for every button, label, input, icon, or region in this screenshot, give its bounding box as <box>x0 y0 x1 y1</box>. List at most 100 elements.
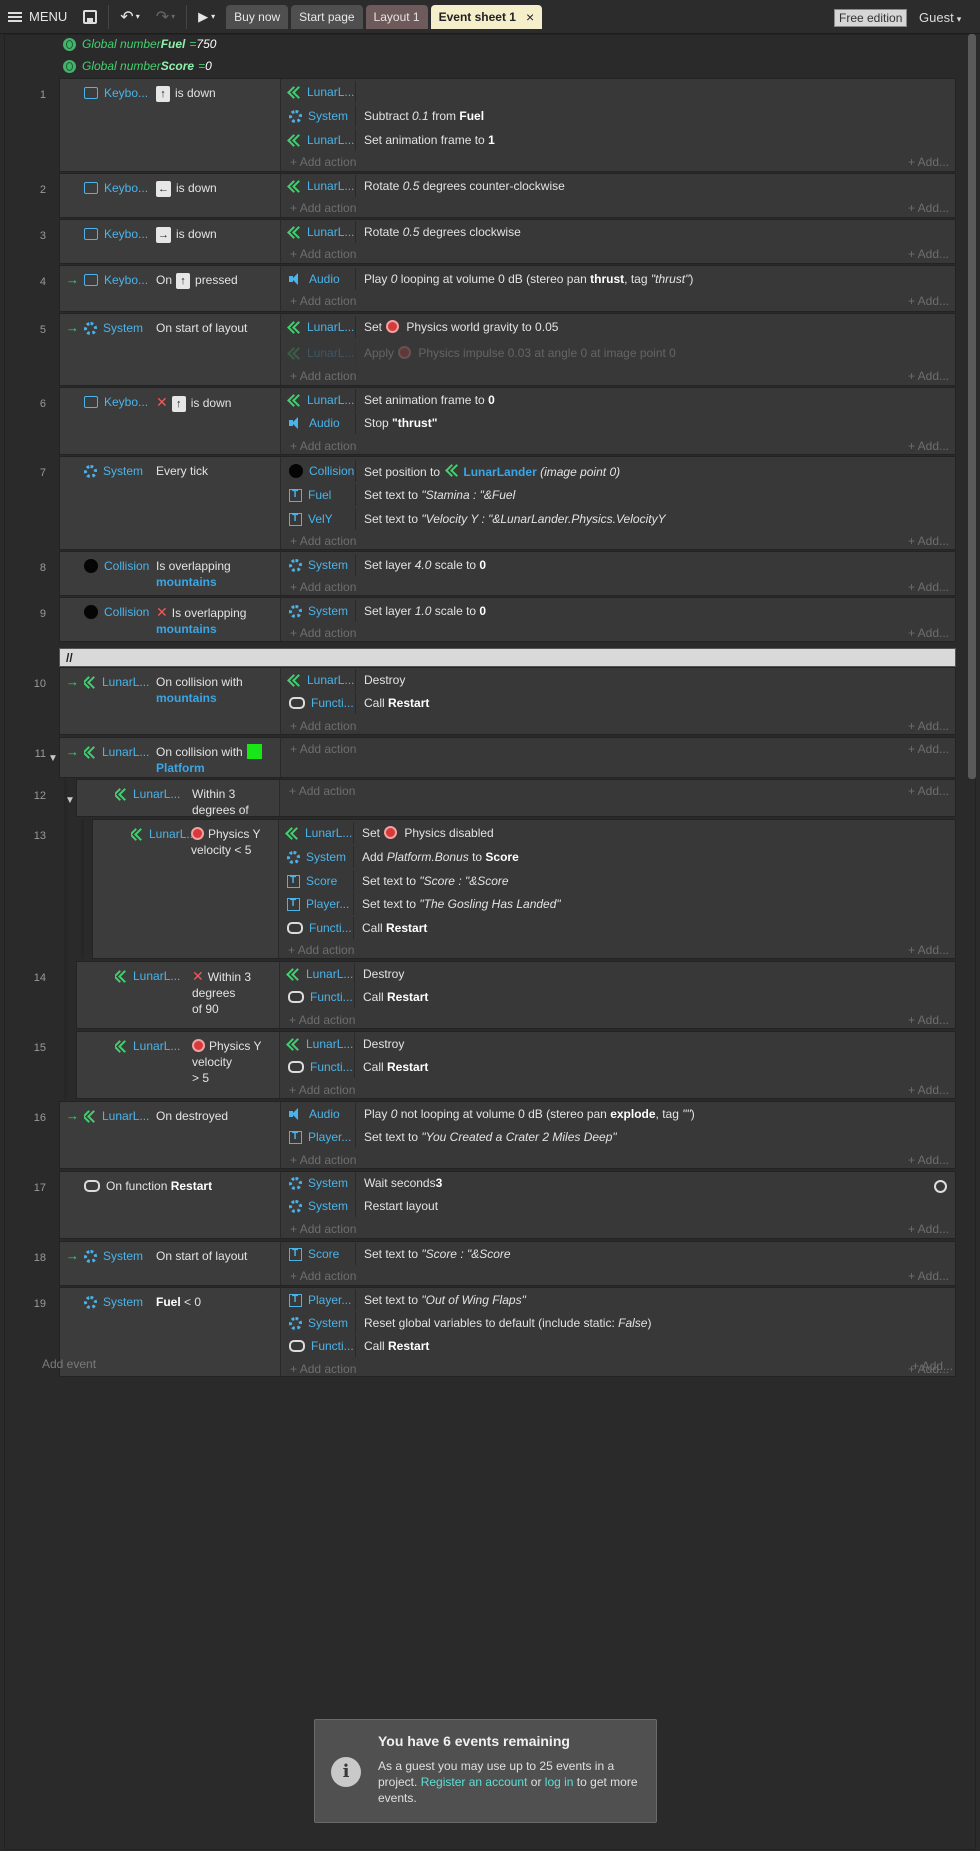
add-action-link[interactable]: + Add action <box>290 1153 356 1167</box>
action-object[interactable]: Audio <box>282 412 356 434</box>
add-button[interactable]: + Add... <box>908 1269 949 1283</box>
condition-object[interactable]: System <box>84 464 154 478</box>
condition-text[interactable]: On ↑ pressed <box>156 272 276 289</box>
action-row[interactable]: System Restart layout <box>282 1195 955 1217</box>
conditions[interactable]: LunarL... Physics Y velocity < 5 <box>93 820 279 958</box>
menu-button[interactable]: MENU <box>0 0 75 34</box>
condition-object[interactable]: Keybo... <box>84 181 154 195</box>
condition-text[interactable]: On collision with Platform <box>156 744 276 776</box>
action-row[interactable]: System Wait seconds3 <box>282 1172 955 1194</box>
event-block[interactable]: 7 System Every tick Collision Set position t… <box>40 456 956 550</box>
add-button[interactable]: + Add... <box>908 247 949 261</box>
action-row[interactable]: LunarL... Destroy <box>281 963 955 985</box>
add-button[interactable]: + Add... <box>908 580 949 594</box>
condition-object[interactable]: Keybo... <box>84 273 154 287</box>
action-row[interactable]: LunarL... Rotate 0.5 degrees counter-cloc… <box>282 175 955 197</box>
tab-event-sheet-1[interactable]: Event sheet 1 × <box>430 4 543 29</box>
action-row[interactable]: Functi... Call Restart <box>280 917 955 939</box>
action-object[interactable]: LunarL... <box>282 342 356 364</box>
action-row[interactable]: LunarL... <box>282 81 955 103</box>
tab-buy-now[interactable]: Buy now <box>226 4 289 29</box>
conditions[interactable]: Keybo... ✕ ↑ is down <box>60 388 281 454</box>
conditions[interactable]: → LunarL... On collision with Platform <box>60 738 281 777</box>
action-row[interactable]: LunarL... Destroy <box>282 669 955 691</box>
action-object[interactable]: LunarL... <box>282 669 356 691</box>
condition-object[interactable]: Collision <box>84 559 154 573</box>
condition-text[interactable]: ✕ Is overlapping mountains <box>156 604 276 637</box>
action-row[interactable]: Score Set text to "Score : "&Score <box>280 870 955 892</box>
guest-menu[interactable]: Guest ▾ <box>919 10 961 25</box>
event-block[interactable]: 2 Keybo... ← is down LunarL... Rotate 0.5 deg… <box>40 173 956 218</box>
condition-object[interactable]: LunarL... <box>84 745 154 759</box>
condition-object[interactable]: System <box>84 1249 154 1263</box>
global-variable[interactable]: Global number Score = 0 <box>63 55 212 77</box>
action-row[interactable]: System Set layer 1.0 scale to 0 <box>282 600 955 622</box>
action-object[interactable]: Player... <box>280 893 354 915</box>
action-row[interactable]: Player... Set text to "The Gosling Has La… <box>280 893 955 915</box>
action-row[interactable]: Functi... Call Restart <box>282 1335 955 1357</box>
add-action-link[interactable]: + Add action <box>290 247 356 261</box>
condition-object[interactable]: LunarL... <box>84 675 154 689</box>
conditions[interactable]: → Keybo... On ↑ pressed <box>60 266 281 311</box>
action-row[interactable]: System Subtract 0.1 from Fuel <box>282 105 955 127</box>
add-action-link[interactable]: + Add action <box>290 201 356 215</box>
action-object[interactable]: LunarL... <box>282 316 356 338</box>
comment-row[interactable]: // <box>59 648 956 667</box>
add-button[interactable]: + Add... <box>908 294 949 308</box>
action-object[interactable]: LunarL... <box>282 129 356 151</box>
register-link[interactable]: Register an account <box>421 1775 528 1789</box>
add-action-link[interactable]: + Add action <box>290 580 356 594</box>
close-icon[interactable]: × <box>526 9 534 25</box>
add-action-link[interactable]: + Add action <box>290 742 356 756</box>
event-block[interactable]: 5 → System On start of layout LunarL... Set P… <box>40 313 956 386</box>
action-object[interactable]: LunarL... <box>281 963 355 985</box>
action-object[interactable]: Player... <box>282 1289 356 1311</box>
event-block[interactable]: 6 Keybo... ✕ ↑ is down LunarL... Set animation… <box>40 387 956 455</box>
event-block[interactable]: 8 Collision Is overlapping mountains System S… <box>40 551 956 596</box>
condition-object[interactable]: Collision <box>84 605 154 619</box>
action-row[interactable]: Audio Play 0 not looping at volume 0 dB (… <box>282 1103 955 1125</box>
action-object[interactable]: Score <box>282 1243 356 1265</box>
action-row[interactable]: Audio Play 0 looping at volume 0 dB (ster… <box>282 268 955 290</box>
condition-object[interactable]: Keybo... <box>84 227 154 241</box>
condition-object[interactable]: LunarL... <box>115 969 185 983</box>
add-action-link[interactable]: + Add action <box>289 1083 355 1097</box>
add-action-link[interactable]: + Add action <box>289 1013 355 1027</box>
login-link[interactable]: log in <box>545 1775 574 1789</box>
action-row[interactable]: LunarL... Set Physics disabled <box>280 822 955 844</box>
add-action-link[interactable]: + Add action <box>290 534 356 548</box>
add-button[interactable]: + Add... <box>908 943 949 957</box>
action-row[interactable]: LunarL... Set animation frame to 1 <box>282 129 955 151</box>
condition-object[interactable]: Keybo... <box>84 395 154 409</box>
add-action-link[interactable]: + Add action <box>290 1269 356 1283</box>
condition-object[interactable]: LunarL... <box>115 1039 185 1053</box>
scrollbar[interactable] <box>968 34 976 779</box>
event-block[interactable]: 18 → System On start of layout Score Set text… <box>34 1241 956 1286</box>
action-object[interactable]: LunarL... <box>282 221 356 243</box>
condition-text[interactable]: On destroyed <box>156 1108 276 1124</box>
action-object[interactable]: LunarL... <box>282 175 356 197</box>
action-object[interactable]: Functi... <box>281 1056 355 1078</box>
add-button[interactable]: + Add... <box>908 1153 949 1167</box>
action-row[interactable]: LunarL... Rotate 0.5 degrees clockwise <box>282 221 955 243</box>
conditions[interactable]: Keybo... → is down <box>60 220 281 263</box>
action-object[interactable]: Functi... <box>280 917 354 939</box>
add-action-link[interactable]: + Add action <box>290 294 356 308</box>
conditions[interactable]: System Every tick <box>60 457 281 549</box>
condition-text[interactable]: ↑ is down <box>156 85 276 102</box>
conditions[interactable]: LunarL... ✕ Within 3 degrees of 90 <box>77 962 280 1028</box>
add-button[interactable]: + Add... <box>908 155 949 169</box>
condition-text[interactable]: Every tick <box>156 463 276 479</box>
action-row[interactable]: LunarL... Set animation frame to 0 <box>282 389 955 411</box>
free-edition-badge[interactable]: Free edition <box>834 9 908 27</box>
tab-layout-1[interactable]: Layout 1 <box>365 4 428 29</box>
action-object[interactable]: VelY <box>282 508 356 530</box>
add-action-link[interactable]: + Add action <box>290 719 356 733</box>
action-object[interactable]: Score <box>280 870 354 892</box>
action-object[interactable]: Player... <box>282 1126 356 1148</box>
conditions[interactable]: → LunarL... On collision with mountains <box>60 668 281 734</box>
condition-text[interactable]: On function Restart <box>106 1178 212 1194</box>
action-row[interactable]: Collision Set position to LunarLander (im… <box>282 460 955 482</box>
condition-text[interactable]: ← is down <box>156 180 276 197</box>
add-button[interactable]: + Add... <box>908 1083 949 1097</box>
